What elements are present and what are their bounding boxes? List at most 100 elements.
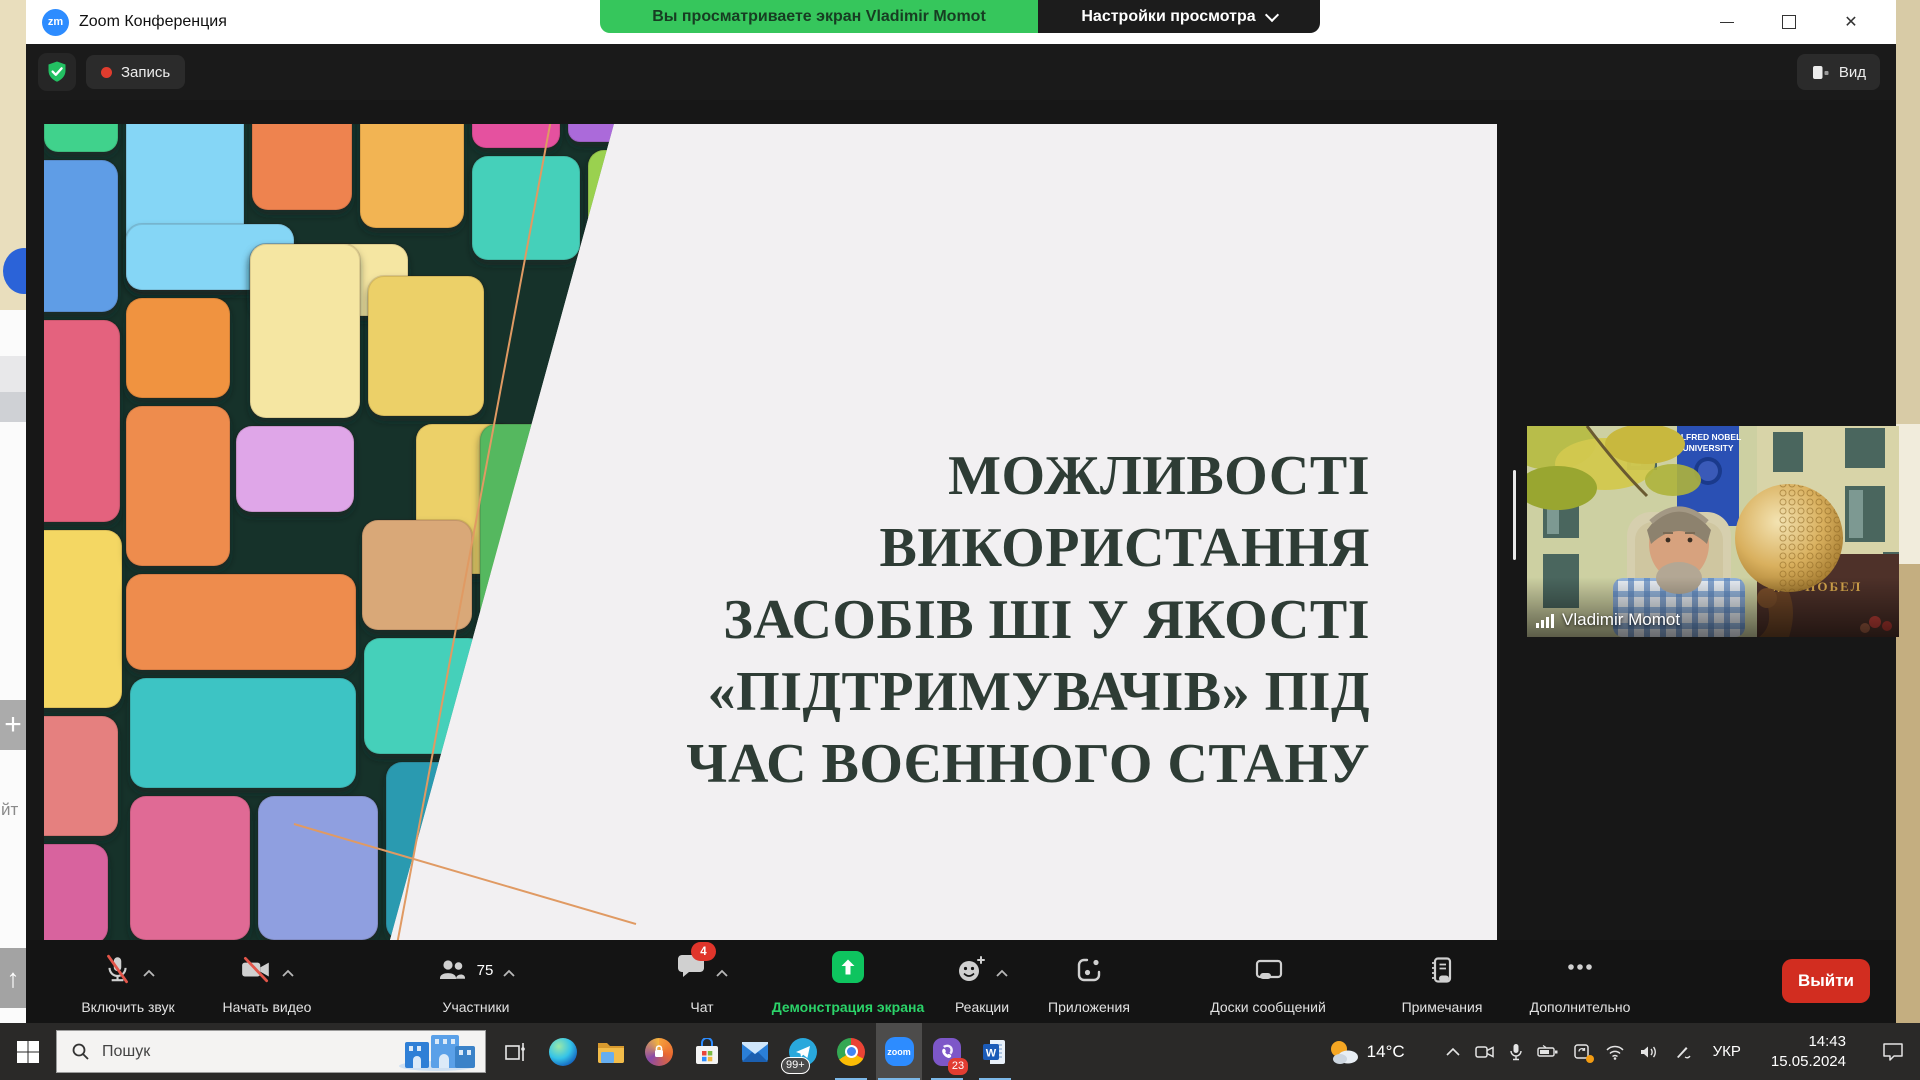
participants-count: 75: [477, 962, 494, 979]
viber-badge: 23: [948, 1058, 968, 1075]
reactions-smiley-icon: [956, 955, 986, 985]
panel-resize-handle[interactable]: [1513, 470, 1516, 560]
recording-label: Запись: [121, 64, 170, 81]
reactions-label: Реакции: [955, 999, 1009, 1015]
file-explorer-icon: [596, 1039, 626, 1065]
taskbar-app-telegram[interactable]: 99+: [780, 1023, 826, 1080]
apps-button[interactable]: Приложения: [1034, 949, 1144, 1015]
background-panel: [1896, 424, 1920, 564]
tray-volume-icon[interactable]: [1639, 1044, 1659, 1060]
chevron-up-icon[interactable]: [143, 969, 155, 977]
chat-button[interactable]: 4 Чат: [656, 949, 748, 1015]
unmute-button[interactable]: Включить звук: [62, 949, 194, 1015]
slide-title: МОЖЛИВОСТІ ВИКОРИСТАННЯ ЗАСОБІВ ШІ У ЯКО…: [686, 440, 1370, 800]
shield-check-icon: [44, 59, 70, 85]
chevron-up-icon[interactable]: [716, 969, 728, 977]
search-icon: [71, 1042, 90, 1061]
clock-time: 14:43: [1771, 1032, 1846, 1052]
slide-title-line: МОЖЛИВОСТІ: [686, 440, 1370, 512]
start-button[interactable]: [0, 1023, 56, 1080]
search-highlight-buildings-icon: [387, 1032, 483, 1072]
background-window-right-strip: [1896, 0, 1920, 1023]
tray-pen-icon[interactable]: [1673, 1043, 1691, 1061]
taskbar-tray: 14°C: [1329, 1032, 1920, 1071]
secure-browser-icon: [645, 1038, 673, 1066]
view-button[interactable]: Вид: [1797, 54, 1880, 90]
search-placeholder: Пошук: [102, 1043, 150, 1061]
audio-signal-icon: [1536, 613, 1554, 628]
slide-title-line: ЗАСОБІВ ШІ У ЯКОСТІ: [686, 584, 1370, 656]
minimize-button[interactable]: [1696, 0, 1758, 44]
language-indicator[interactable]: УКР: [1713, 1043, 1741, 1060]
maximize-icon: [1782, 15, 1796, 29]
view-label: Вид: [1839, 64, 1866, 81]
close-icon: ✕: [1844, 12, 1857, 32]
window-controls: ✕: [1696, 0, 1882, 44]
taskbar-app-edge[interactable]: [540, 1023, 586, 1080]
background-scroll-top-button[interactable]: ↑: [0, 948, 26, 1008]
tray-microphone-icon[interactable]: [1509, 1043, 1523, 1061]
chevron-up-icon[interactable]: [282, 969, 294, 977]
leave-meeting-button[interactable]: Выйти: [1782, 959, 1870, 1003]
windows-logo-icon: [16, 1040, 40, 1064]
background-row: [0, 392, 26, 422]
tray-camera-icon[interactable]: [1475, 1044, 1495, 1060]
start-video-button[interactable]: Начать видео: [204, 949, 330, 1015]
view-settings-dropdown[interactable]: Настройки просмотра: [1038, 0, 1320, 33]
record-dot-icon: [101, 67, 112, 78]
tray-sync-icon[interactable]: [1573, 1043, 1591, 1061]
clock-date: 15.05.2024: [1771, 1052, 1846, 1072]
meeting-security-button[interactable]: [38, 53, 76, 91]
edge-icon: [549, 1038, 577, 1066]
action-center-button[interactable]: [1882, 1042, 1904, 1062]
participant-video-tile[interactable]: ALFRED NOBEL UNIVERSITY ЕДА НОБЕЛ: [1527, 426, 1899, 637]
share-screen-label: Демонстрация экрана: [772, 999, 925, 1015]
more-button[interactable]: Дополнительно: [1514, 949, 1646, 1015]
banner-text-2: UNIVERSITY: [1682, 443, 1733, 453]
notes-button[interactable]: Примечания: [1382, 949, 1502, 1015]
slide-title-line: ЧАС ВОЄННОГО СТАНУ: [686, 728, 1370, 800]
taskbar-search-box[interactable]: Пошук: [56, 1030, 486, 1073]
word-letter: W: [986, 1047, 997, 1059]
apps-label: Приложения: [1048, 999, 1130, 1015]
tray-expand-button[interactable]: [1445, 1045, 1461, 1059]
weather-temp: 14°C: [1367, 1042, 1405, 1062]
shared-screen-slide: МОЖЛИВОСТІ ВИКОРИСТАННЯ ЗАСОБІВ ШІ У ЯКО…: [44, 124, 1497, 940]
reactions-button[interactable]: Реакции: [934, 949, 1030, 1015]
taskbar-app-zoom[interactable]: zoom: [876, 1023, 922, 1080]
chevron-up-icon[interactable]: [996, 969, 1008, 977]
banner-text-1: ALFRED NOBEL: [1675, 432, 1742, 442]
taskbar-app-store[interactable]: [684, 1023, 730, 1080]
windows-taskbar: Пошук: [0, 1023, 1920, 1080]
participant-video-feed: ALFRED NOBEL UNIVERSITY ЕДА НОБЕЛ: [1527, 426, 1899, 637]
taskbar-app-chrome[interactable]: [828, 1023, 874, 1080]
taskbar-app-mail[interactable]: [732, 1023, 778, 1080]
share-screen-button[interactable]: Демонстрация экрана: [758, 949, 938, 1015]
chat-label: Чат: [690, 999, 713, 1015]
whiteboard-icon: [1253, 955, 1284, 985]
notes-label: Примечания: [1402, 999, 1483, 1015]
tray-wifi-icon[interactable]: [1605, 1044, 1625, 1060]
weather-widget[interactable]: 14°C: [1329, 1039, 1405, 1065]
close-button[interactable]: ✕: [1820, 0, 1882, 44]
taskbar-app-explorer[interactable]: [588, 1023, 634, 1080]
viewing-screen-banner-text: Вы просматриваете экран Vladimir Momot: [652, 8, 986, 26]
view-settings-label: Настройки просмотра: [1081, 8, 1255, 26]
meeting-toolbar: Включить звук Начать видео: [26, 940, 1896, 1023]
participant-name: Vladimir Momot: [1562, 610, 1680, 630]
taskbar-app-word[interactable]: W: [972, 1023, 1018, 1080]
chrome-icon: [837, 1038, 865, 1066]
taskbar-app-secure-browser[interactable]: [636, 1023, 682, 1080]
whiteboards-button[interactable]: Доски сообщений: [1188, 949, 1348, 1015]
tray-battery-icon[interactable]: [1537, 1045, 1559, 1059]
recording-indicator[interactable]: Запись: [86, 55, 185, 89]
taskbar-clock[interactable]: 14:43 15.05.2024: [1771, 1032, 1846, 1071]
participants-button[interactable]: 75 Участники: [408, 949, 544, 1015]
apps-icon: [1074, 955, 1104, 985]
maximize-button[interactable]: [1758, 0, 1820, 44]
chevron-up-icon[interactable]: [503, 969, 515, 977]
more-label: Дополнительно: [1530, 999, 1631, 1015]
task-view-button[interactable]: [492, 1023, 538, 1080]
background-plus-button[interactable]: +: [0, 700, 26, 750]
taskbar-app-viber[interactable]: 23: [924, 1023, 970, 1080]
